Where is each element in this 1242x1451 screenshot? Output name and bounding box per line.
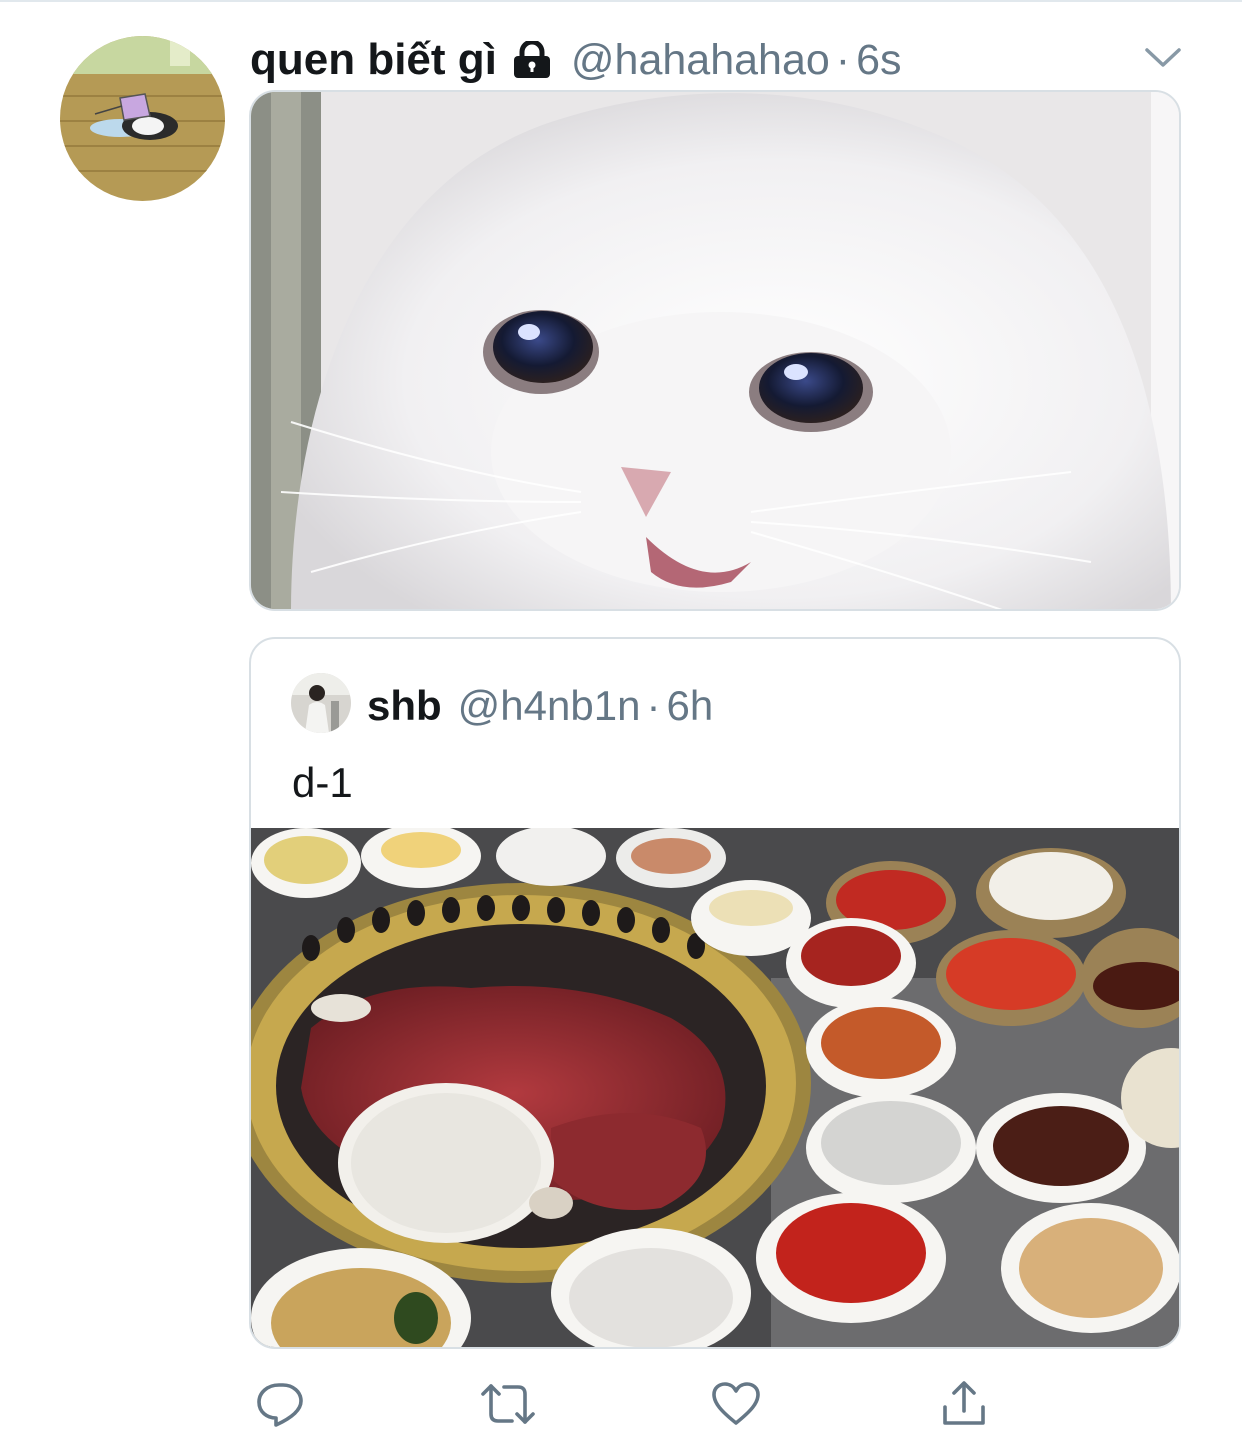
author-avatar[interactable]	[60, 36, 225, 201]
quoted-tweet-timestamp: 6h	[666, 682, 714, 729]
quoted-author-handle: @h4nb1n	[457, 682, 641, 729]
quoted-tweet-card[interactable]: shb @h4nb1n · 6h d-1	[249, 637, 1181, 1349]
tweet-media-image[interactable]	[249, 90, 1181, 611]
quoted-author-avatar	[291, 673, 351, 733]
author-handle[interactable]: @hahahahao	[571, 36, 830, 85]
heart-icon[interactable]	[706, 1376, 766, 1432]
tweet-header: quen biết gì @hahahahao · 6s	[250, 30, 902, 90]
chevron-down-icon[interactable]	[1140, 38, 1186, 78]
retweet-icon[interactable]	[478, 1376, 538, 1432]
quoted-tweet-media-image[interactable]	[251, 828, 1179, 1347]
top-divider	[0, 0, 1242, 2]
tweet-timestamp[interactable]: 6s	[856, 36, 901, 85]
quoted-meta-separator: ·	[646, 682, 661, 729]
reply-icon[interactable]	[250, 1376, 310, 1432]
author-display-name[interactable]: quen biết gì	[250, 35, 497, 85]
quoted-tweet-text: d-1	[292, 759, 353, 806]
lock-icon	[511, 41, 553, 79]
quoted-tweet-header: shb @h4nb1n · 6h	[367, 677, 713, 735]
share-icon[interactable]	[934, 1376, 994, 1432]
quoted-author-display-name: shb	[367, 682, 442, 729]
meta-separator: ·	[835, 35, 851, 84]
tweet-actions	[250, 1376, 1010, 1432]
